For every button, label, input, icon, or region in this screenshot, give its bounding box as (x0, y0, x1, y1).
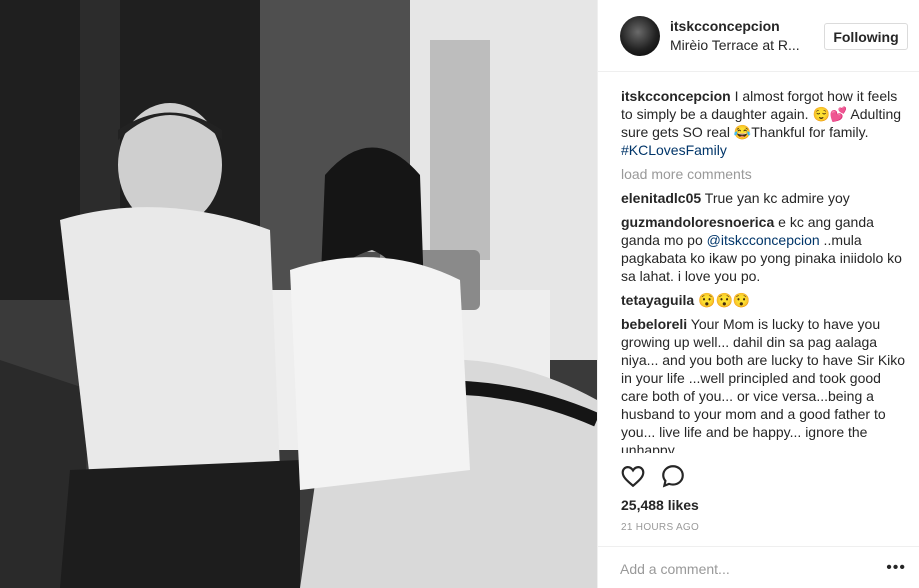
post-timestamp[interactable]: 21 HOURS AGO (621, 522, 699, 533)
photo-illustration (0, 0, 597, 588)
comment-item: elenitadlc05 True yan kc admire yoy (621, 189, 906, 207)
caption-hashtag[interactable]: #KCLovesFamily (621, 142, 727, 158)
comment-username[interactable]: tetayaguila (621, 292, 694, 308)
comment-text: True yan kc admire yoy (701, 190, 850, 206)
post-sidebar: itskcconcepcion Mirèio Terrace at R... F… (597, 0, 919, 588)
comment-item: guzmandoloresnoerica e kc ang ganda gand… (621, 213, 906, 285)
comment-bubble-icon[interactable] (660, 463, 686, 489)
load-more-comments-link[interactable]: load more comments (621, 165, 906, 183)
likes-count[interactable]: 25,488 likes (621, 497, 699, 513)
add-comment-input[interactable] (620, 559, 870, 579)
caption-username[interactable]: itskcconcepcion (621, 88, 731, 104)
post-location[interactable]: Mirèio Terrace at R... (670, 37, 810, 53)
comment-username[interactable]: guzmandoloresnoerica (621, 214, 774, 230)
comment-username[interactable]: elenitadlc05 (621, 190, 701, 206)
post-username[interactable]: itskcconcepcion (670, 18, 780, 34)
add-comment-bar: ••• (598, 546, 919, 588)
action-bar (620, 463, 910, 491)
comment-text: 😯😯😯 (694, 292, 751, 308)
comment-text: Your Mom is lucky to have you growing up… (621, 316, 906, 453)
avatar[interactable] (620, 16, 660, 56)
heart-icon[interactable] (620, 463, 646, 489)
comment-mention[interactable]: @itskcconcepcion (707, 232, 820, 248)
comments-list[interactable]: itskcconcepcion I almost forgot how it f… (621, 87, 906, 453)
post-photo[interactable] (0, 0, 597, 588)
comment-item: bebeloreli Your Mom is lucky to have you… (621, 315, 906, 453)
comment-item: tetayaguila 😯😯😯 (621, 291, 906, 309)
comment-username[interactable]: bebeloreli (621, 316, 687, 332)
more-dots-icon[interactable]: ••• (886, 559, 906, 577)
following-button[interactable]: Following (824, 23, 908, 50)
post-header: itskcconcepcion Mirèio Terrace at R... F… (598, 0, 919, 72)
caption: itskcconcepcion I almost forgot how it f… (621, 87, 906, 159)
